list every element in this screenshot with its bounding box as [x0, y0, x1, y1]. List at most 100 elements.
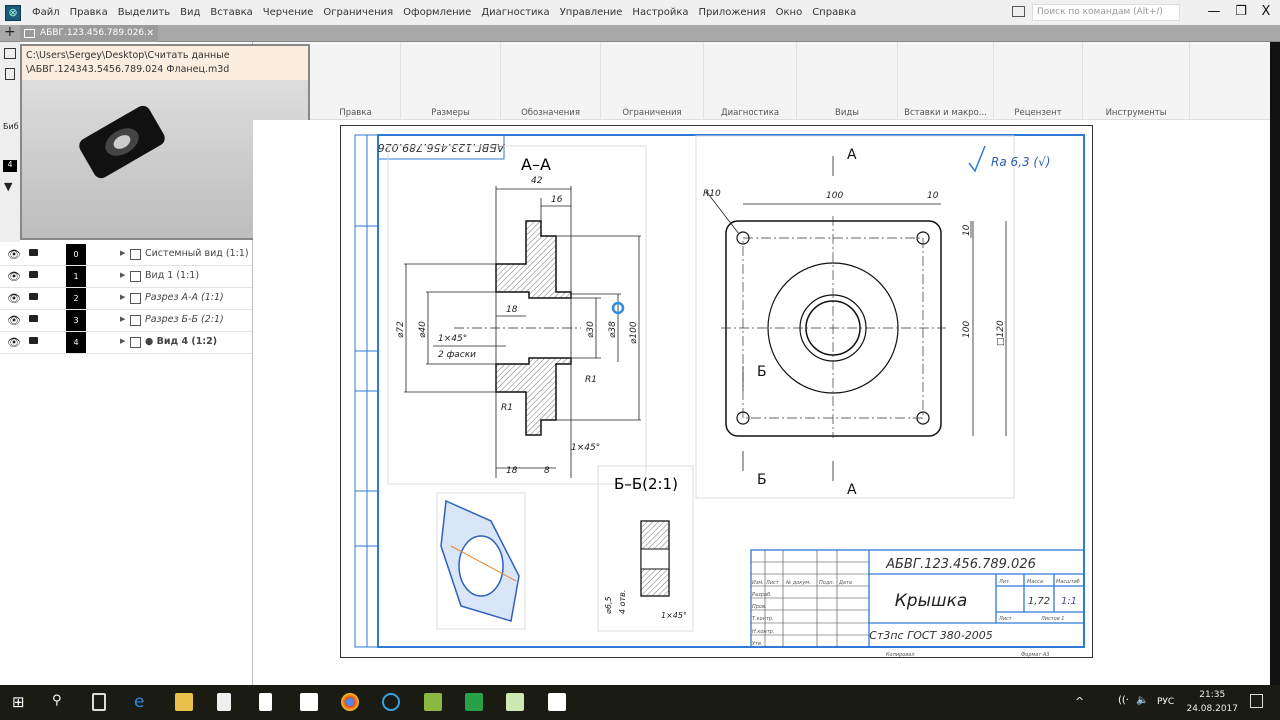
start-button-icon[interactable]: ⊞ [12, 693, 30, 711]
store-icon[interactable] [217, 693, 231, 711]
new-tab-button[interactable]: + [4, 24, 16, 40]
dim-dia-72: ⌀72 [396, 321, 406, 338]
file-explorer-icon[interactable] [175, 693, 193, 711]
chrome-icon[interactable] [341, 693, 359, 711]
tray-chevron-icon[interactable]: ^ [1075, 695, 1084, 708]
lock-icon[interactable] [29, 271, 38, 278]
search-icon[interactable]: ⚲ [52, 693, 70, 711]
group-label: Вставки и макро... [904, 108, 987, 118]
tree-icon[interactable] [4, 48, 16, 59]
camtasia-icon[interactable] [465, 693, 483, 711]
lit-header: Лит. [998, 579, 1011, 585]
menu-view[interactable]: Вид [175, 7, 205, 18]
app-icon-3[interactable] [548, 693, 566, 711]
group-reviewer[interactable]: Рецензент [994, 42, 1083, 120]
lock-icon[interactable] [29, 337, 38, 344]
menu-file[interactable]: Файл [27, 7, 65, 18]
kompas-logo-icon: ⊗ [5, 4, 21, 21]
roughness-note: Ra 6,3 (√) [991, 155, 1050, 169]
cut-label-a-top: А [847, 147, 857, 163]
dim-dia-6-5: ⌀6,5 [604, 596, 613, 614]
row-label: Лист [765, 580, 780, 586]
group-views[interactable]: Виды [797, 42, 898, 120]
panel-toggle-icon[interactable] [1012, 6, 1025, 17]
tree-row[interactable]: 👁 4 ▶ ● Вид 4 (1:2) [0, 332, 252, 354]
view-number: 0 [66, 244, 86, 265]
kompas-taskbar-icon[interactable] [382, 693, 400, 711]
dim-dia-100: ⌀100 [629, 321, 639, 344]
row-label: Пров. [752, 604, 767, 610]
clock[interactable]: 21:35 24.08.2017 [1186, 688, 1238, 716]
cut-label-a-bottom: А [847, 482, 857, 498]
volume-icon[interactable]: 🔈 [1136, 695, 1148, 706]
menu-settings[interactable]: Настройка [627, 7, 693, 18]
eye-icon[interactable]: 👁 [7, 270, 21, 283]
menu-edit[interactable]: Правка [65, 7, 113, 18]
lock-icon[interactable] [29, 315, 38, 322]
expand-arrow-icon[interactable]: ▶ [120, 315, 125, 323]
tree-row[interactable]: 👁 1 ▶ Вид 1 (1:1) [0, 266, 252, 288]
group-diagnostics[interactable]: Диагностика [704, 42, 797, 120]
edge-icon[interactable]: e [134, 693, 152, 711]
menu-design[interactable]: Оформление [398, 7, 476, 18]
eye-icon[interactable]: 👁 [7, 248, 21, 261]
group-designations[interactable]: Обозначения [501, 42, 601, 120]
group-label: Рецензент [1014, 108, 1062, 118]
mail-icon[interactable] [300, 693, 318, 711]
wifi-icon[interactable]: ((· [1118, 695, 1129, 706]
lock-icon[interactable] [29, 249, 38, 256]
group-dimensions[interactable]: Размеры [401, 42, 501, 120]
menu-constraints[interactable]: Ограничения [318, 7, 398, 18]
menu-window[interactable]: Окно [771, 7, 808, 18]
restore-button[interactable]: ❐ [1230, 2, 1252, 22]
expand-arrow-icon[interactable]: ▶ [120, 293, 125, 301]
tab-close-icon[interactable]: × [146, 25, 154, 42]
eye-icon[interactable]: 👁 [7, 292, 21, 305]
group-label: Ограничения [622, 108, 682, 118]
menu-diagnostics[interactable]: Диагностика [476, 7, 554, 18]
eye-icon[interactable]: 👁 [7, 314, 21, 327]
expand-arrow-icon[interactable]: ▶ [120, 249, 125, 257]
expand-arrow-icon[interactable]: ▶ [120, 271, 125, 279]
notepad-icon[interactable] [259, 693, 272, 711]
drawing-sheet[interactable]: АБВГ.123.456.789.026 А–А 42 16 18 18 8 ⌀… [340, 125, 1093, 658]
group-tools[interactable]: Инструменты [1083, 42, 1190, 120]
app-icon-2[interactable] [506, 693, 524, 711]
format-label: Формат А3 [1021, 652, 1049, 658]
close-button[interactable]: X [1255, 2, 1277, 22]
menu-manage[interactable]: Управление [555, 7, 628, 18]
group-inserts[interactable]: Вставки и макро... [898, 42, 994, 120]
task-view-icon[interactable] [92, 693, 106, 711]
document-tab[interactable]: АБВГ.123.456.789.026... × [20, 25, 158, 42]
eye-icon[interactable]: 👁 [7, 336, 21, 349]
app-icon[interactable] [424, 693, 442, 711]
menu-help[interactable]: Справка [807, 7, 861, 18]
document-tab-bar: + АБВГ.123.456.789.026... × [0, 24, 1280, 42]
chamfer-count-note: 2 фаски [438, 350, 476, 360]
menu-drafting[interactable]: Черчение [258, 7, 319, 18]
tree-row[interactable]: 👁 2 ▶ Разрез А-А (1:1) [0, 288, 252, 310]
tree-row[interactable]: 👁 0 ▶ Системный вид (1:1) [0, 244, 252, 266]
group-edit[interactable]: Правка [311, 42, 401, 120]
library-label[interactable]: Биб [3, 122, 19, 131]
language-indicator[interactable]: РУС [1157, 697, 1174, 707]
menu-insert[interactable]: Вставка [205, 7, 257, 18]
minimize-button[interactable]: — [1203, 2, 1225, 22]
notifications-icon[interactable] [1250, 694, 1263, 708]
lock-icon[interactable] [29, 293, 38, 300]
cut-label-b-bottom: Б [757, 472, 767, 488]
tree-row[interactable]: 👁 3 ▶ Разрез Б-Б (2:1) [0, 310, 252, 332]
filter-icon[interactable]: ▼ [4, 180, 12, 193]
menu-select[interactable]: Выделить [113, 7, 175, 18]
sheet-label: Лист [998, 616, 1013, 622]
section-aa-view: А–А 42 16 18 18 8 ⌀72 ⌀40 ⌀30 ⌀38 ⌀100 1… [396, 155, 641, 478]
command-search-input[interactable]: Поиск по командам (Alt+/) [1032, 4, 1180, 21]
windows-taskbar: ⊞ ⚲ e ^ ((· 🔈 РУС 21:35 24.08.2017 [0, 685, 1280, 720]
layer-number[interactable]: 4 [3, 160, 17, 172]
group-constraints[interactable]: Ограничения [601, 42, 704, 120]
properties-icon[interactable] [5, 68, 15, 80]
menu-apps[interactable]: Приложения [694, 7, 771, 18]
row-label: Разраб. [752, 592, 772, 598]
dim-8: 8 [544, 466, 550, 476]
expand-arrow-icon[interactable]: ▶ [120, 337, 125, 345]
